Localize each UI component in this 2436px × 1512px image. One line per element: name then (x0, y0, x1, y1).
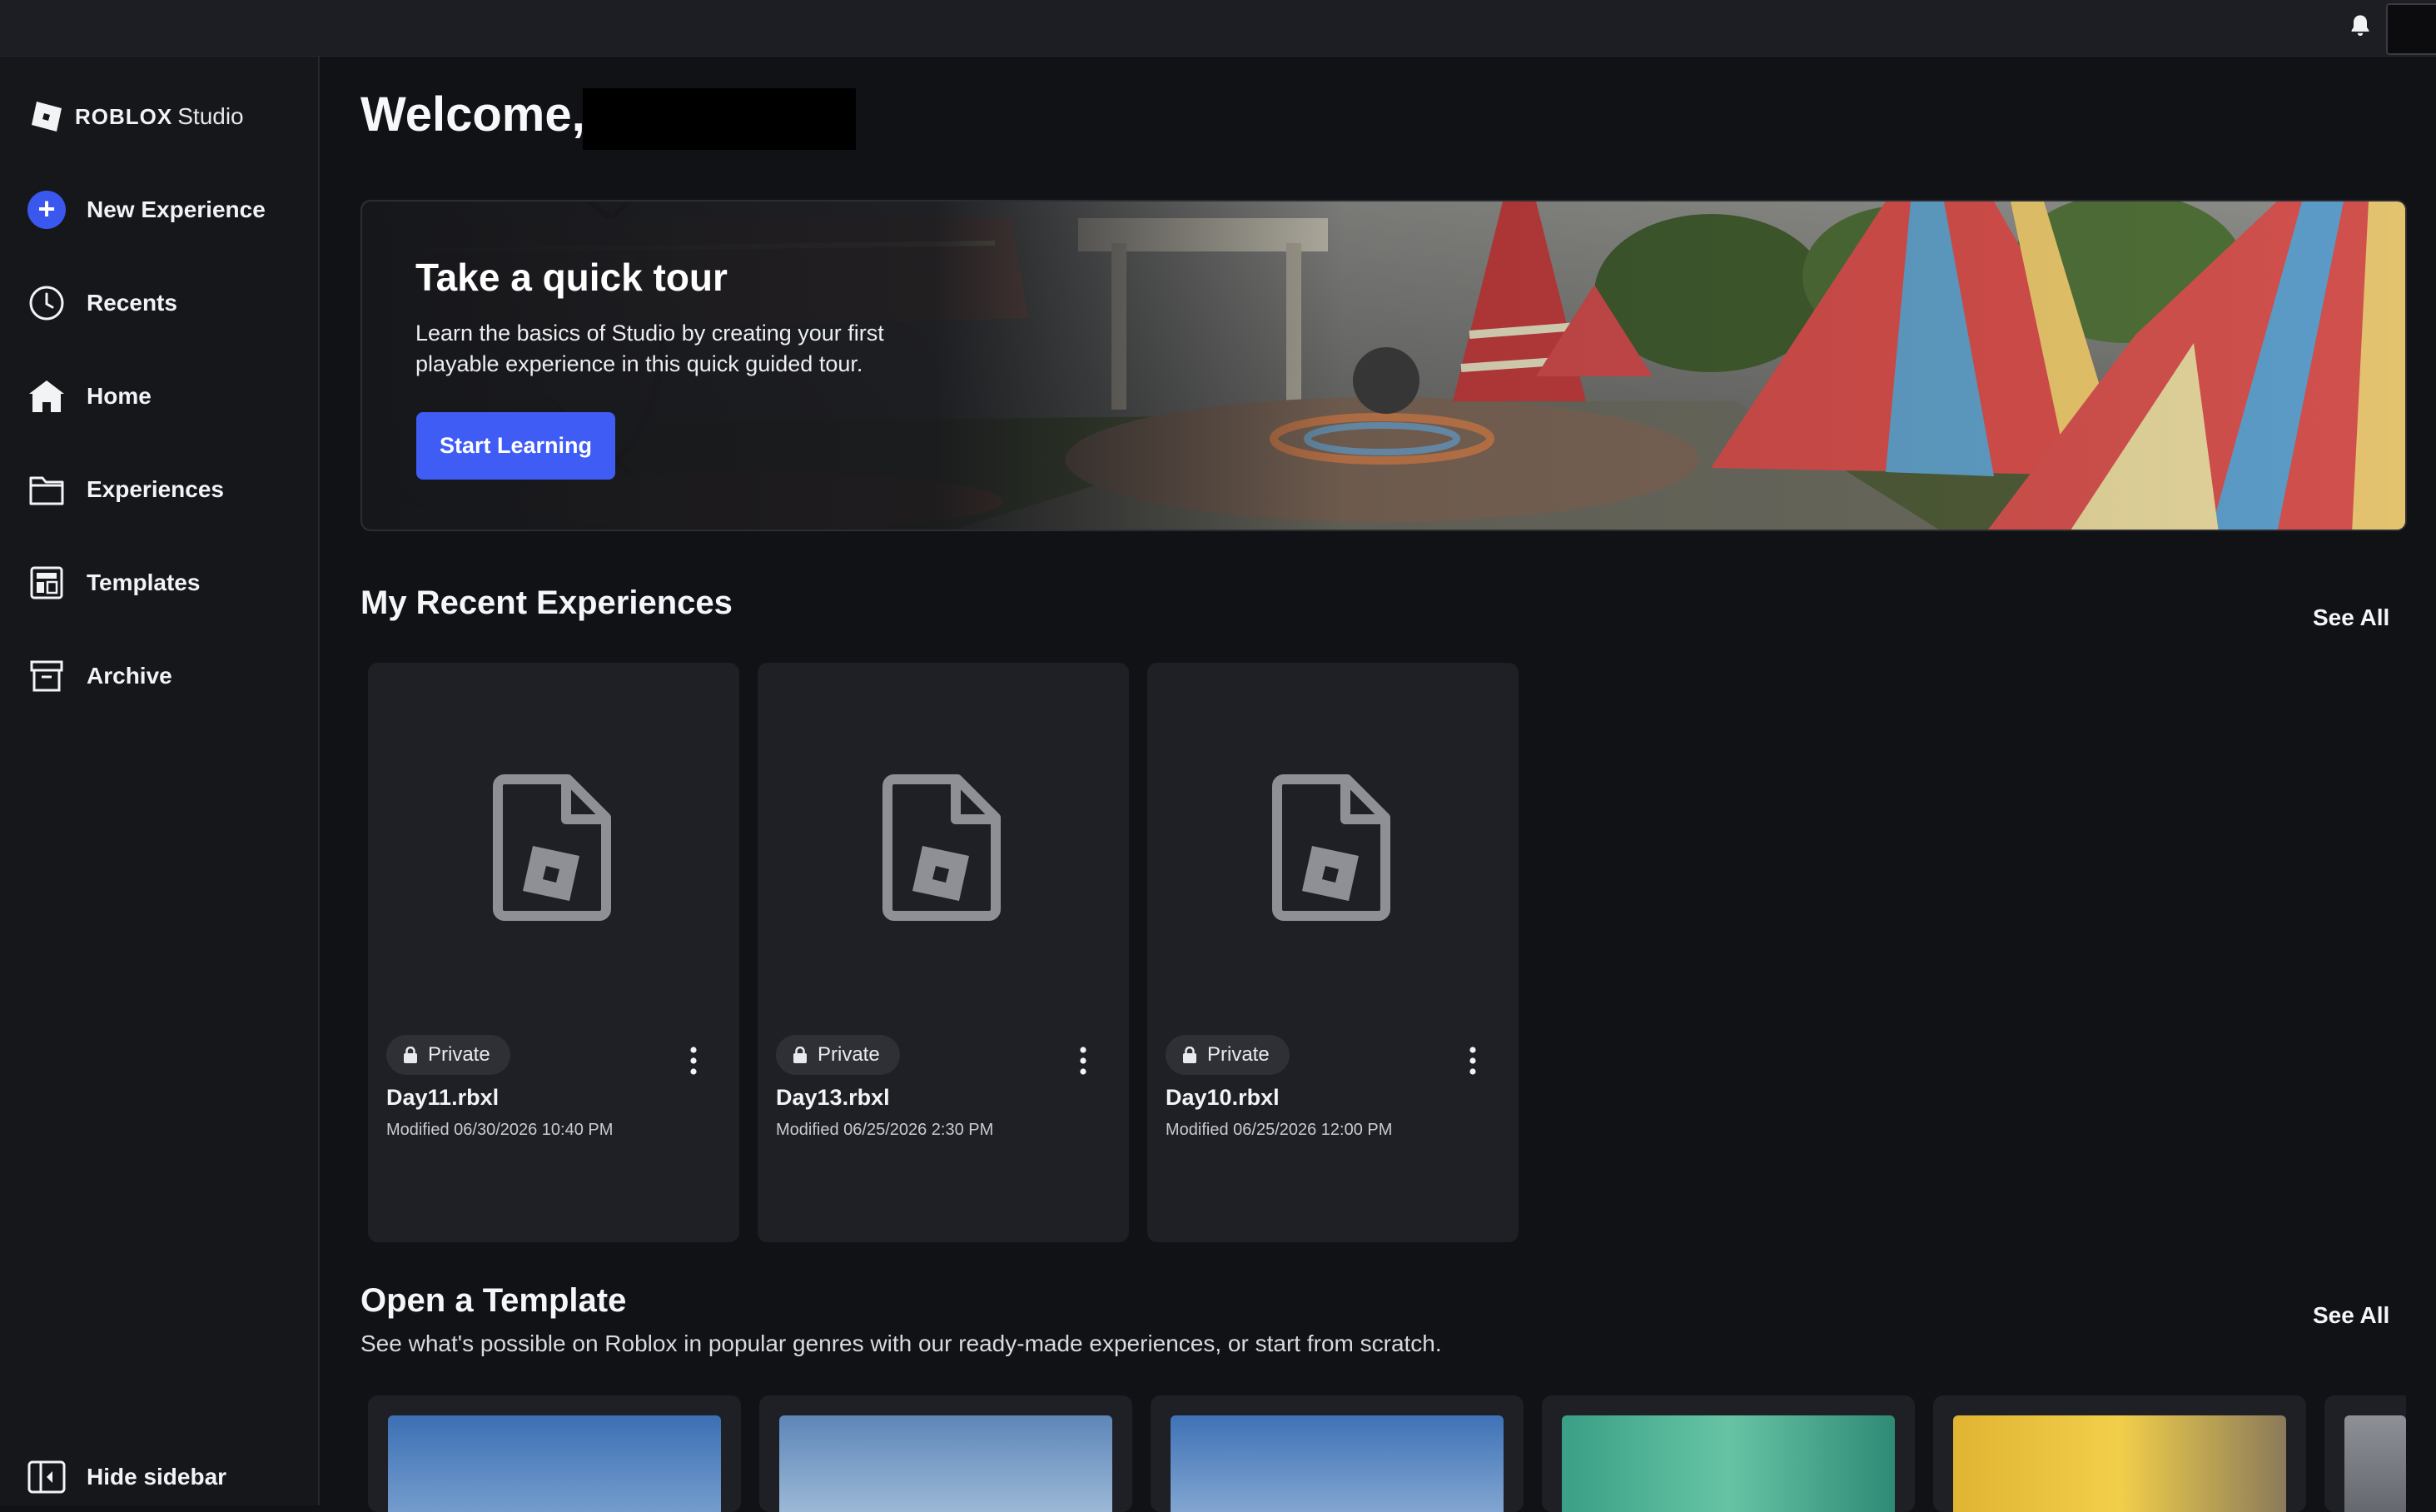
experience-card[interactable]: Private Day10.rbxl Modified 06/25/2026 1… (1147, 663, 1519, 1242)
folder-icon (27, 470, 67, 510)
template-card[interactable] (759, 1395, 1132, 1512)
logo-brand: ROBLOX (75, 103, 173, 129)
privacy-badge-label: Private (818, 1043, 880, 1066)
clock-icon (27, 283, 67, 323)
recent-see-all-link[interactable]: See All (2313, 604, 2389, 631)
roblox-studio-logo: ROBLOX Studio (27, 97, 244, 137)
recent-experiences-title: My Recent Experiences (360, 584, 733, 621)
privacy-badge: Private (776, 1035, 900, 1075)
experience-modified-date: Modified 06/25/2026 12:00 PM (1166, 1121, 1393, 1139)
collapse-sidebar-icon (27, 1457, 67, 1497)
welcome-heading: Welcome, (360, 87, 585, 142)
hide-sidebar-button[interactable]: Hide sidebar (0, 1449, 320, 1505)
hero-title: Take a quick tour (415, 256, 728, 299)
experience-name: Day11.rbxl (386, 1085, 500, 1110)
more-options-icon[interactable] (688, 1046, 699, 1076)
notification-bell-icon[interactable] (2347, 12, 2374, 40)
template-thumbnail (1953, 1415, 2286, 1512)
roblox-logo-icon (32, 102, 62, 132)
more-options-icon[interactable] (1467, 1046, 1479, 1076)
logo-product: Studio (177, 103, 244, 129)
sidebar-item-archive[interactable]: Archive (0, 641, 320, 711)
experience-name: Day13.rbxl (776, 1085, 890, 1110)
template-thumbnail (1171, 1415, 1504, 1512)
lock-icon (793, 1047, 807, 1063)
privacy-badge: Private (386, 1035, 510, 1075)
template-card[interactable] (1933, 1395, 2306, 1512)
sidebar-item-recents[interactable]: Recents (0, 268, 320, 338)
hide-sidebar-label: Hide sidebar (87, 1464, 227, 1490)
sidebar-item-new-experience[interactable]: + New Experience (0, 175, 320, 245)
top-bar (0, 0, 2436, 57)
redacted-username (583, 88, 856, 150)
template-card[interactable] (2324, 1395, 2406, 1512)
template-thumbnail (388, 1415, 721, 1512)
sidebar-item-label: Recents (87, 290, 177, 316)
experience-card[interactable]: Private Day11.rbxl Modified 06/30/2026 1… (368, 663, 739, 1242)
template-thumbnail (779, 1415, 1112, 1512)
privacy-badge-label: Private (428, 1043, 490, 1066)
experience-name: Day10.rbxl (1166, 1085, 1280, 1110)
template-thumbnail (2344, 1415, 2406, 1512)
open-template-subtitle: See what's possible on Roblox in popular… (360, 1330, 1442, 1356)
sidebar-item-label: Archive (87, 663, 172, 689)
sidebar-item-label: Home (87, 383, 152, 409)
sidebar-item-label: Templates (87, 569, 201, 595)
sidebar-item-home[interactable]: Home (0, 361, 320, 431)
lock-icon (404, 1047, 417, 1063)
quick-tour-banner: Take a quick tour Learn the basics of St… (360, 200, 2407, 531)
template-card[interactable] (1151, 1395, 1524, 1512)
experience-modified-date: Modified 06/30/2026 10:40 PM (386, 1121, 614, 1139)
archive-box-icon (27, 656, 67, 696)
templates-see-all-link[interactable]: See All (2313, 1302, 2389, 1329)
home-icon (27, 376, 67, 416)
sidebar-item-experiences[interactable]: Experiences (0, 455, 320, 525)
lock-icon (1183, 1047, 1196, 1063)
sidebar-item-label: Experiences (87, 476, 224, 502)
experience-modified-date: Modified 06/25/2026 2:30 PM (776, 1121, 994, 1139)
start-learning-button[interactable]: Start Learning (416, 412, 615, 480)
template-card[interactable] (1542, 1395, 1915, 1512)
open-template-title: Open a Template (360, 1282, 627, 1319)
roblox-file-icon (882, 774, 1001, 921)
template-layout-icon (27, 563, 67, 603)
sidebar: ROBLOX Studio + New Experience Recents H… (0, 57, 320, 1505)
privacy-badge-label: Private (1207, 1043, 1270, 1066)
roblox-file-icon (1272, 774, 1390, 921)
more-options-icon[interactable] (1077, 1046, 1089, 1076)
sidebar-item-label: New Experience (87, 196, 266, 222)
account-avatar[interactable] (2386, 3, 2436, 55)
template-thumbnail (1562, 1415, 1895, 1512)
roblox-file-icon (493, 774, 611, 921)
sidebar-item-templates[interactable]: Templates (0, 548, 320, 618)
privacy-badge: Private (1166, 1035, 1290, 1075)
experience-card[interactable]: Private Day13.rbxl Modified 06/25/2026 2… (758, 663, 1129, 1242)
plus-circle-icon: + (27, 190, 67, 230)
hero-description: Learn the basics of Studio by creating y… (415, 321, 884, 376)
template-card[interactable] (368, 1395, 741, 1512)
